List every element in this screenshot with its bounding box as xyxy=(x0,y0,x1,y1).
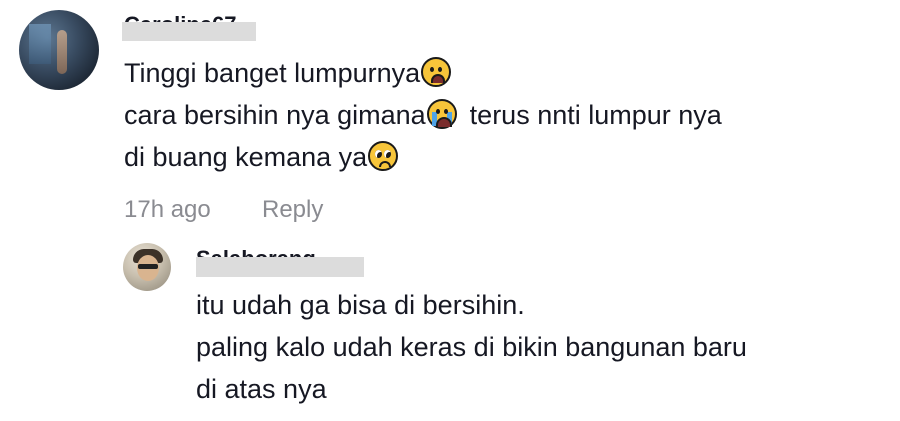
comment-text: di buang kemana ya xyxy=(124,142,368,172)
username-redaction xyxy=(122,22,256,41)
comment-text-line-2: cara bersihin nya gimana terus nnti lumpu… xyxy=(124,98,722,132)
reply-text-line-3: di atas nya xyxy=(196,374,327,404)
comment-text: cara bersihin nya gimana xyxy=(124,100,426,130)
pleading-face-icon xyxy=(368,141,399,171)
comment-text: terus nnti lumpur nya xyxy=(469,100,722,130)
reply-button[interactable]: Reply xyxy=(262,196,323,224)
weary-face-icon xyxy=(421,57,452,87)
comment-text-line-3: di buang kemana ya xyxy=(124,140,399,174)
avatar-background-window xyxy=(29,24,51,64)
reply-text-line-1: itu udah ga bisa di bersihin. xyxy=(196,290,525,320)
reply-text-line-2: paling kalo udah keras di bikin bangunan… xyxy=(196,332,747,362)
comment-text-line-1: Tinggi banget lumpurnya xyxy=(124,56,452,90)
replier-avatar[interactable] xyxy=(123,243,171,291)
avatar-glasses xyxy=(138,264,158,269)
commenter-avatar[interactable] xyxy=(19,10,99,90)
loudly-crying-face-icon xyxy=(426,99,457,129)
comment-timestamp: 17h ago xyxy=(124,196,211,223)
comment-text: Tinggi banget lumpurnya xyxy=(124,58,421,88)
avatar-figure xyxy=(57,30,67,74)
username-redaction xyxy=(196,257,364,277)
